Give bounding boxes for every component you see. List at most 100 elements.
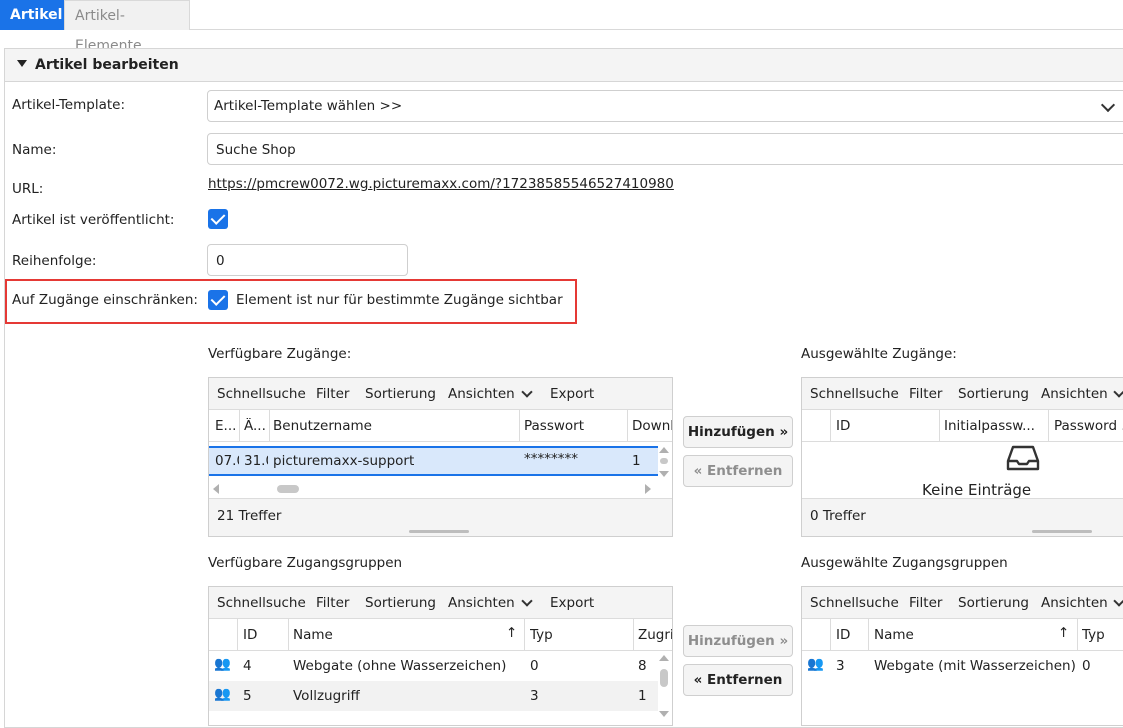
filter-button[interactable]: Filter	[316, 386, 349, 402]
available-access-title: Verfügbare Zugänge:	[208, 346, 352, 362]
column-header-username[interactable]: Benutzername	[273, 418, 372, 434]
horizontal-scrollbar[interactable]	[209, 482, 658, 496]
user-group-icon: 👥	[214, 686, 231, 702]
quick-search-button[interactable]: Schnellsuche	[810, 595, 899, 611]
order-label: Reihenfolge:	[12, 253, 97, 269]
cell-type: 0	[530, 658, 539, 674]
export-button[interactable]: Export	[550, 386, 594, 402]
selected-access-footer: 0 Treffer	[802, 498, 1123, 536]
available-access-footer: 21 Treffer	[209, 498, 672, 536]
cell-access: 8	[638, 658, 647, 674]
chevron-down-icon	[521, 386, 533, 398]
sort-ascending-icon: ↑	[506, 625, 518, 641]
remove-access-button[interactable]: « Entfernen	[683, 455, 793, 487]
filter-button[interactable]: Filter	[909, 386, 942, 402]
url-label: URL:	[12, 181, 44, 197]
column-header-id[interactable]: ID	[836, 418, 850, 434]
restrict-checkbox[interactable]	[208, 290, 228, 310]
double-chevron-left-icon: «	[693, 672, 703, 688]
add-group-button[interactable]: Hinzufügen »	[683, 625, 793, 657]
selected-access-header: ID Initialpassw... Password ...	[802, 410, 1123, 442]
views-button[interactable]: Ansichten	[1041, 595, 1108, 611]
cell-username: picturemaxx-support	[273, 453, 415, 469]
add-access-button[interactable]: Hinzufügen »	[683, 416, 793, 448]
remove-button-label: Entfernen	[707, 463, 783, 479]
sort-button[interactable]: Sortierung	[958, 386, 1029, 402]
selected-groups-header: ID Name ↑ Typ	[802, 619, 1123, 651]
vertical-scrollbar[interactable]	[658, 651, 670, 725]
chevron-down-icon	[1100, 97, 1116, 113]
column-header-name[interactable]: Name	[293, 627, 333, 643]
column-header-ae[interactable]: Ä...	[244, 418, 268, 434]
table-row[interactable]: 👥 3 Webgate (mit Wasserzeichen) 0	[802, 651, 1123, 681]
cell-e: 07.0	[215, 453, 239, 469]
published-label: Artikel ist veröffentlicht:	[12, 212, 175, 228]
column-header-name[interactable]: Name	[874, 627, 914, 643]
column-header-e[interactable]: E...	[215, 418, 239, 434]
cell-type: 0	[1082, 658, 1091, 674]
restrict-checkbox-label: Element ist nur für bestimmte Zugänge si…	[236, 292, 563, 308]
column-header-id[interactable]: ID	[243, 627, 257, 643]
chevron-down-icon	[1113, 386, 1123, 398]
quick-search-button[interactable]: Schnellsuche	[810, 386, 899, 402]
filter-button[interactable]: Filter	[316, 595, 349, 611]
filter-button[interactable]: Filter	[909, 595, 942, 611]
panel-header[interactable]: Artikel bearbeiten	[4, 48, 1123, 82]
name-input[interactable]: Suche Shop	[207, 133, 1123, 165]
panel-title: Artikel bearbeiten	[35, 57, 179, 73]
quick-search-button[interactable]: Schnellsuche	[217, 595, 306, 611]
available-access-toolbar: Schnellsuche Filter Sortierung Ansichten…	[209, 378, 672, 410]
column-header-access[interactable]: Zugri	[638, 627, 672, 643]
cell-id: 3	[836, 658, 845, 674]
table-row[interactable]: 07.0 31.0 picturemaxx-support ******** 1	[209, 446, 658, 476]
selected-access-title: Ausgewählte Zugänge:	[801, 346, 957, 362]
empty-state-text: Keine Einträge	[922, 481, 1032, 499]
tab-artikel[interactable]: Artikel	[0, 0, 64, 30]
column-header-password[interactable]: Password ...	[1054, 418, 1123, 434]
inbox-empty-icon	[1006, 445, 1040, 471]
available-groups-title: Verfügbare Zugangsgruppen	[208, 555, 403, 571]
column-header-id[interactable]: ID	[836, 627, 850, 643]
available-access-header: E... Ä... Benutzername Passwort Downl	[209, 410, 672, 442]
collapse-caret-icon[interactable]	[17, 60, 27, 67]
selected-access-grid: Schnellsuche Filter Sortierung Ansichten…	[801, 377, 1123, 537]
column-header-download[interactable]: Downl	[632, 418, 672, 434]
order-input[interactable]: 0	[207, 244, 408, 276]
vertical-scrollbar[interactable]	[658, 444, 670, 482]
available-groups-grid: Schnellsuche Filter Sortierung Ansichten…	[208, 586, 673, 726]
cell-id: 4	[243, 658, 252, 674]
add-button-label: Hinzufügen	[687, 633, 775, 649]
template-select[interactable]: Artikel-Template wählen >>	[207, 90, 1123, 122]
column-header-type[interactable]: Typ	[530, 627, 553, 643]
sort-button[interactable]: Sortierung	[365, 595, 436, 611]
double-chevron-left-icon: «	[693, 463, 703, 479]
restrict-label: Auf Zugänge einschränken:	[12, 292, 198, 308]
views-button[interactable]: Ansichten	[1041, 386, 1108, 402]
remove-group-button[interactable]: « Entfernen	[683, 664, 793, 696]
views-button[interactable]: Ansichten	[448, 595, 515, 611]
cell-download: 1	[632, 453, 641, 469]
selected-access-toolbar: Schnellsuche Filter Sortierung Ansichten	[802, 378, 1123, 410]
views-button[interactable]: Ansichten	[448, 386, 515, 402]
available-groups-header: ID Name ↑ Typ Zugri	[209, 619, 672, 651]
remove-button-label: Entfernen	[707, 672, 783, 688]
selected-groups-grid: Schnellsuche Filter Sortierung Ansichten…	[801, 586, 1123, 726]
column-header-password[interactable]: Passwort	[524, 418, 584, 434]
sort-button[interactable]: Sortierung	[958, 595, 1029, 611]
table-row[interactable]: 👥 5 Vollzugriff 3 1	[209, 681, 658, 711]
sort-button[interactable]: Sortierung	[365, 386, 436, 402]
published-checkbox[interactable]	[208, 209, 228, 229]
column-header-initial-password[interactable]: Initialpassw...	[944, 418, 1044, 434]
available-groups-toolbar: Schnellsuche Filter Sortierung Ansichten…	[209, 587, 672, 619]
export-button[interactable]: Export	[550, 595, 594, 611]
add-button-label: Hinzufügen	[687, 424, 775, 440]
order-input-value: 0	[216, 253, 225, 269]
cell-password: ********	[524, 451, 578, 467]
cell-ae: 31.0	[244, 453, 268, 469]
column-header-type[interactable]: Typ	[1082, 627, 1105, 643]
url-link[interactable]: https://pmcrew0072.wg.picturemaxx.com/?1…	[208, 176, 674, 192]
tab-artikel-elemente[interactable]: Artikel-Elemente	[64, 0, 190, 54]
table-row[interactable]: 👥 4 Webgate (ohne Wasserzeichen) 0 8	[209, 651, 658, 681]
quick-search-button[interactable]: Schnellsuche	[217, 386, 306, 402]
cell-name: Webgate (mit Wasserzeichen)	[874, 658, 1076, 674]
